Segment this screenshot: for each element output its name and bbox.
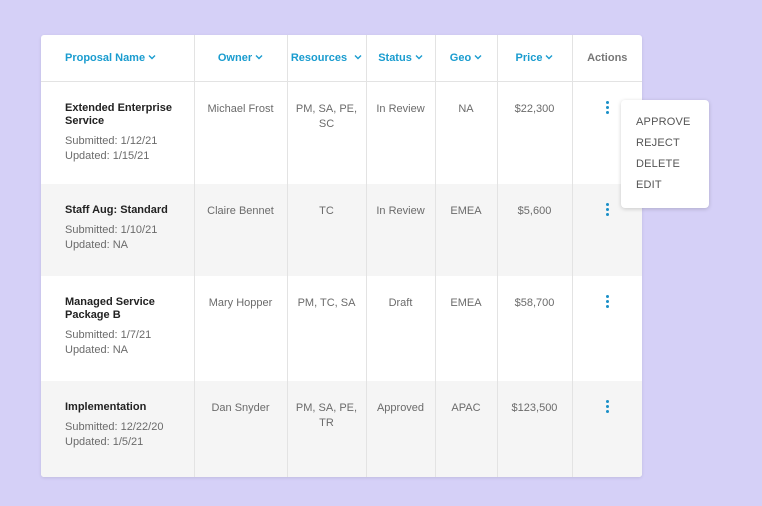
proposal-name[interactable]: Managed Service Package B [65,296,188,322]
column-header-price[interactable]: Price [497,35,573,82]
geo-cell: NA [435,81,498,184]
proposal-name[interactable]: Staff Aug: Standard [65,204,188,217]
chevron-down-icon [415,55,423,60]
kebab-menu-icon[interactable] [600,399,614,416]
geo-cell: EMEA [435,275,498,381]
submitted-date: Submitted: 1/10/21 [65,223,158,236]
menu-item-delete[interactable]: DELETE [636,157,709,178]
price-cell: $22,300 [497,81,573,184]
column-header-geo[interactable]: Geo [435,35,498,82]
table-row: Managed Service Package B Submitted: 1/7… [41,275,642,381]
updated-date: Updated: 1/5/21 [65,435,144,448]
kebab-menu-icon[interactable] [600,202,614,219]
column-header-status[interactable]: Status [366,35,436,82]
column-header-actions: Actions [572,35,642,82]
menu-item-approve[interactable]: APPROVE [636,115,709,136]
price-cell: $123,500 [497,380,573,477]
proposal-cell: Staff Aug: Standard Submitted: 1/10/21 U… [41,183,195,276]
submitted-date: Submitted: 1/12/21 [65,135,158,147]
chevron-down-icon [474,55,482,60]
updated-date: Updated: NA [65,343,128,356]
menu-item-reject[interactable]: REJECT [636,136,709,157]
resources-cell: PM, SA, PE, SC [287,81,367,184]
proposal-cell: Extended Enterprise Service Submitted: 1… [41,81,195,184]
chevron-down-icon [255,55,263,60]
proposals-table: Proposal Name Owner Resources Status Geo… [41,35,642,477]
status-cell: In Review [366,81,436,184]
resources-cell: TC [287,183,367,276]
table-row: Extended Enterprise Service Submitted: 1… [41,81,642,184]
kebab-menu-icon[interactable] [600,101,614,117]
proposal-name[interactable]: Extended Enterprise Service [65,102,188,128]
status-cell: Draft [366,275,436,381]
geo-cell: EMEA [435,183,498,276]
actions-cell [572,380,642,477]
row-action-menu: APPROVE REJECT DELETE EDIT [621,100,709,208]
owner-cell: Mary Hopper [194,275,288,381]
updated-date: Updated: 1/15/21 [65,150,150,162]
owner-cell: Dan Snyder [194,380,288,477]
actions-cell [572,276,642,381]
chevron-down-icon [354,55,362,60]
table-row: Staff Aug: Standard Submitted: 1/10/21 U… [41,183,642,276]
geo-cell: APAC [435,380,498,477]
proposals-table-card: Proposal Name Owner Resources Status Geo… [41,35,642,477]
chevron-down-icon [545,55,553,60]
submitted-date: Submitted: 12/22/20 [65,420,164,433]
submitted-date: Submitted: 1/7/21 [65,328,152,341]
table-header-row: Proposal Name Owner Resources Status Geo… [41,35,642,82]
chevron-down-icon [148,55,156,60]
proposal-cell: Implementation Submitted: 12/22/20 Updat… [41,380,195,477]
resources-cell: PM, SA, PE, TR [287,380,367,477]
updated-date: Updated: NA [65,238,128,251]
column-header-owner[interactable]: Owner [194,35,288,82]
resources-cell: PM, TC, SA [287,275,367,381]
table-row: Implementation Submitted: 12/22/20 Updat… [41,380,642,477]
menu-item-edit[interactable]: EDIT [636,178,709,199]
owner-cell: Michael Frost [194,81,288,184]
proposal-cell: Managed Service Package B Submitted: 1/7… [41,275,195,381]
price-cell: $58,700 [497,275,573,381]
price-cell: $5,600 [497,183,573,276]
column-header-proposal-name[interactable]: Proposal Name [41,35,195,82]
owner-cell: Claire Bennet [194,183,288,276]
status-cell: Approved [366,380,436,477]
proposal-name[interactable]: Implementation [65,401,188,414]
status-cell: In Review [366,183,436,276]
column-header-resources[interactable]: Resources [287,35,367,82]
kebab-menu-icon[interactable] [600,294,614,311]
